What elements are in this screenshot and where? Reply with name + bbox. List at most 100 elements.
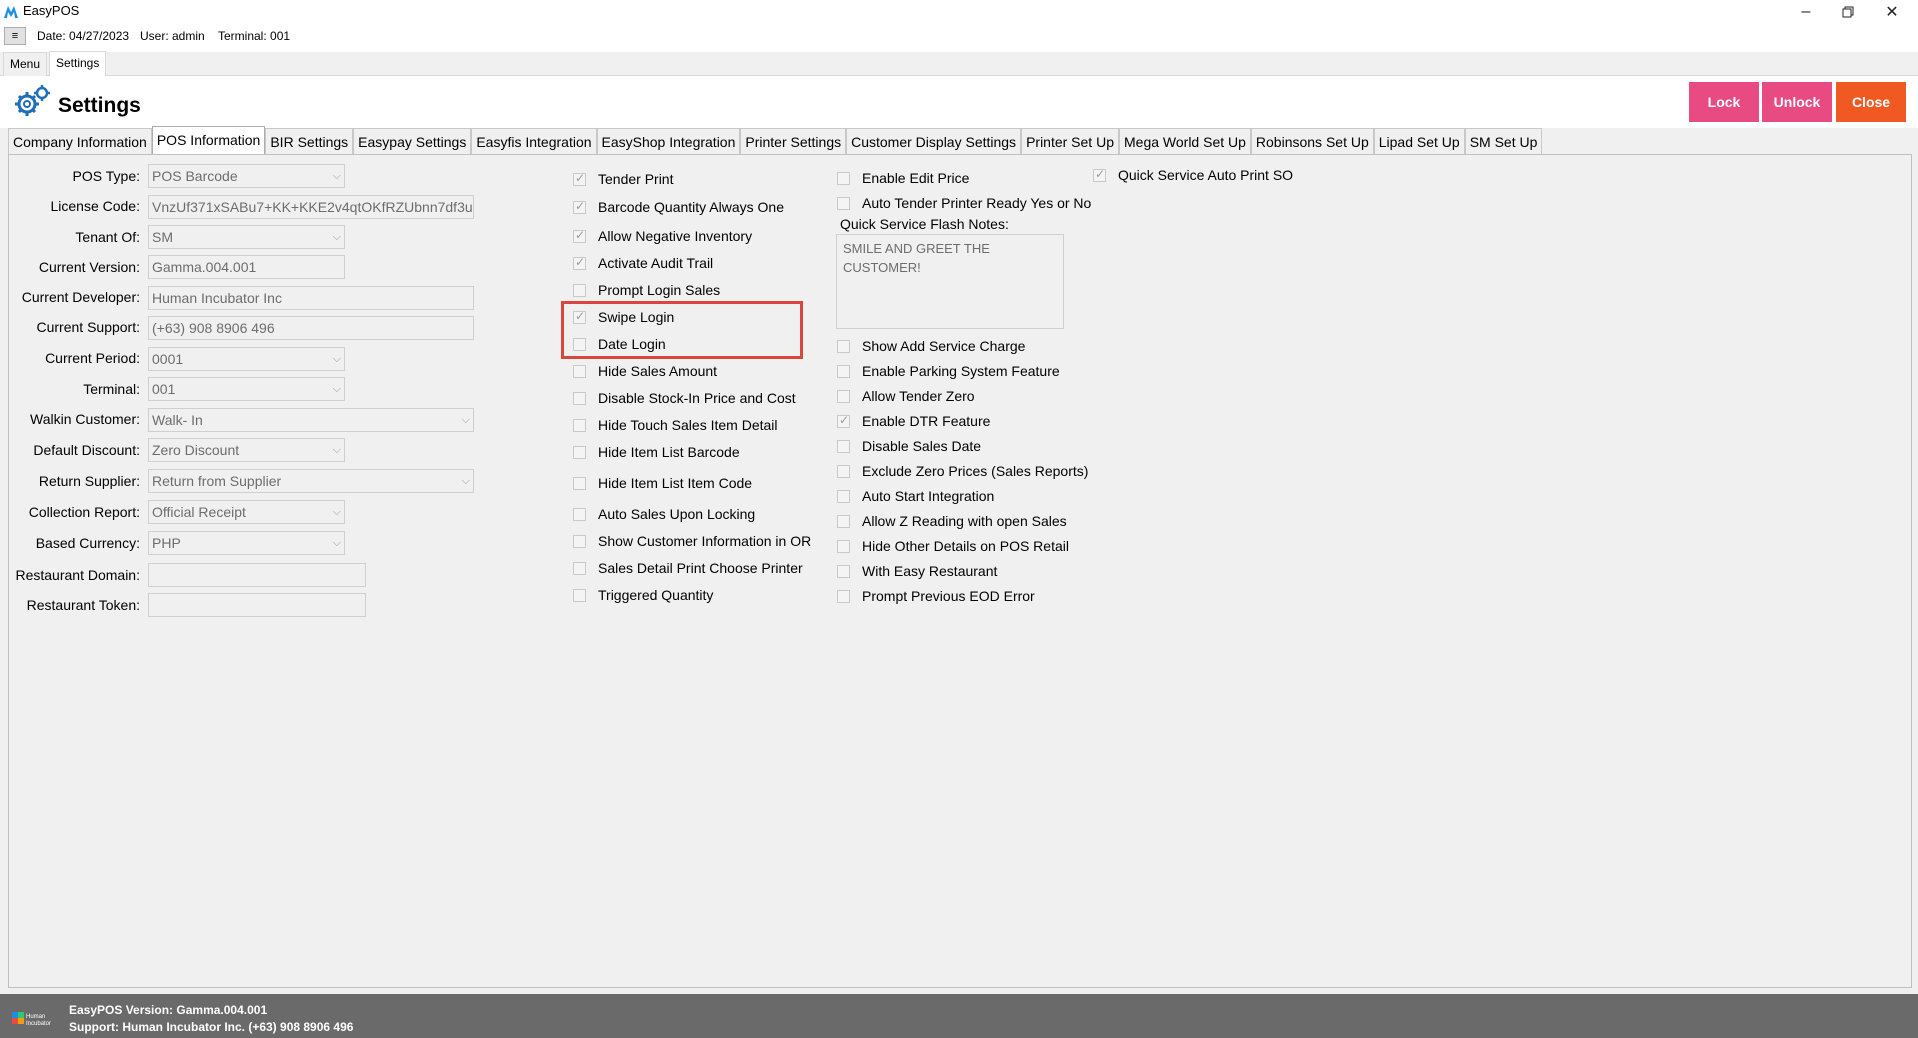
tab-settings[interactable]: Settings <box>49 51 107 76</box>
return-supplier-select[interactable]: Return from Supplier ⌵ <box>148 469 474 493</box>
prompt-login-sales-checkbox[interactable]: Prompt Login Sales <box>573 281 720 299</box>
checkbox-box <box>837 589 850 603</box>
restore-icon[interactable] <box>1828 0 1868 24</box>
settings-tabs: Company Information POS Information BIR … <box>8 126 1543 154</box>
minimize-icon[interactable]: – <box>1786 0 1826 24</box>
lock-button[interactable]: Lock <box>1689 82 1759 122</box>
tab-company-information[interactable]: Company Information <box>8 128 152 154</box>
activate-audit-trail-checkbox[interactable]: Activate Audit Trail <box>573 254 713 272</box>
disable-sales-date-checkbox[interactable]: Disable Sales Date <box>837 437 981 455</box>
enable-parking-system-checkbox[interactable]: Enable Parking System Feature <box>837 362 1060 380</box>
current-version-label: Current Version: <box>38 259 140 275</box>
restaurant-domain-field[interactable] <box>148 563 366 587</box>
license-code-field[interactable]: VnzUf371xSABu7+KK+KKE2v4qtOKfRZUbnn7df3u… <box>148 195 474 219</box>
tab-printer-set-up[interactable]: Printer Set Up <box>1021 128 1119 154</box>
collection-report-select[interactable]: Official Receipt ⌵ <box>148 500 345 524</box>
pos-type-select[interactable]: POS Barcode ⌵ <box>148 164 345 188</box>
disable-stock-in-price-checkbox[interactable]: Disable Stock-In Price and Cost <box>573 389 796 407</box>
checkbox-box <box>573 507 586 521</box>
human-incubator-logo: Human Incubator <box>12 1008 60 1028</box>
checkbox-box <box>573 534 586 548</box>
close-icon[interactable]: ✕ <box>1872 0 1912 24</box>
exclude-zero-prices-checkbox[interactable]: Exclude Zero Prices (Sales Reports) <box>837 462 1088 480</box>
chevron-down-icon: ⌵ <box>332 383 341 395</box>
tab-customer-display-settings[interactable]: Customer Display Settings <box>846 128 1022 154</box>
current-developer-field[interactable]: Human Incubator Inc <box>148 286 474 310</box>
enable-dtr-feature-checkbox[interactable]: Enable DTR Feature <box>837 412 990 430</box>
close-button[interactable]: Close <box>1836 82 1906 122</box>
auto-sales-upon-locking-checkbox[interactable]: Auto Sales Upon Locking <box>573 505 755 523</box>
barcode-quantity-always-one-checkbox[interactable]: Barcode Quantity Always One <box>573 198 784 216</box>
tenant-of-select[interactable]: SM ⌵ <box>148 225 345 249</box>
tab-easypay-settings[interactable]: Easypay Settings <box>353 128 472 154</box>
with-easy-restaurant-checkbox[interactable]: With Easy Restaurant <box>837 562 997 580</box>
checkbox-label: Hide Item List Item Code <box>598 475 753 491</box>
svg-text:Human: Human <box>26 1014 45 1020</box>
default-discount-select[interactable]: Zero Discount ⌵ <box>148 438 345 462</box>
checkbox-label: Tender Print <box>598 171 674 187</box>
triggered-quantity-checkbox[interactable]: Triggered Quantity <box>573 586 713 604</box>
current-period-value: 0001 <box>152 351 184 367</box>
tender-print-checkbox[interactable]: Tender Print <box>573 170 673 188</box>
checkbox-label: Allow Z Reading with open Sales <box>862 513 1067 529</box>
current-version-field[interactable]: Gamma.004.001 <box>148 255 345 279</box>
chevron-down-icon: ⌵ <box>332 537 341 549</box>
walkin-customer-select[interactable]: Walk- In ⌵ <box>148 408 474 432</box>
checkbox-box <box>573 364 586 378</box>
default-discount-label: Default Discount: <box>33 442 140 458</box>
checkbox-label: Triggered Quantity <box>598 587 714 603</box>
checkbox-label: Barcode Quantity Always One <box>598 199 784 215</box>
checkbox-label: Hide Other Details on POS Retail <box>862 538 1069 554</box>
checkbox-box <box>573 228 586 243</box>
terminal-text: Terminal: 001 <box>218 29 291 43</box>
current-support-field[interactable]: (+63) 908 8906 496 <box>148 316 474 340</box>
show-add-service-charge-checkbox[interactable]: Show Add Service Charge <box>837 337 1025 355</box>
tab-mega-world-set-up[interactable]: Mega World Set Up <box>1119 128 1251 154</box>
allow-z-reading-checkbox[interactable]: Allow Z Reading with open Sales <box>837 512 1067 530</box>
tab-bir-settings[interactable]: BIR Settings <box>265 128 354 154</box>
hide-item-list-barcode-checkbox[interactable]: Hide Item List Barcode <box>573 443 740 461</box>
auto-tender-printer-ready-checkbox[interactable]: Auto Tender Printer Ready Yes or No <box>837 194 1091 212</box>
sales-detail-print-choose-printer-checkbox[interactable]: Sales Detail Print Choose Printer <box>573 559 803 577</box>
checkbox-box <box>837 364 850 378</box>
menu-toggle-button[interactable]: ≡ <box>4 27 26 45</box>
tab-printer-settings[interactable]: Printer Settings <box>740 128 847 154</box>
hide-sales-amount-checkbox[interactable]: Hide Sales Amount <box>573 362 717 380</box>
user-text: User: admin <box>140 29 205 43</box>
tab-lipad-set-up[interactable]: Lipad Set Up <box>1373 128 1465 154</box>
quick-service-auto-print-so-checkbox[interactable]: Quick Service Auto Print SO <box>1093 166 1293 184</box>
return-supplier-label: Return Supplier: <box>38 473 140 489</box>
based-currency-select[interactable]: PHP ⌵ <box>148 531 345 555</box>
hide-other-details-checkbox[interactable]: Hide Other Details on POS Retail <box>837 537 1069 555</box>
quick-service-notes-textarea[interactable]: SMILE AND GREET THE CUSTOMER! <box>836 234 1064 329</box>
tab-menu[interactable]: Menu <box>3 52 48 76</box>
restaurant-token-field[interactable] <box>148 593 366 617</box>
hide-touch-sales-item-detail-checkbox[interactable]: Hide Touch Sales Item Detail <box>573 416 778 434</box>
tab-robinsons-set-up[interactable]: Robinsons Set Up <box>1250 128 1374 154</box>
checkbox-label: Exclude Zero Prices (Sales Reports) <box>862 463 1089 479</box>
unlock-button[interactable]: Unlock <box>1762 82 1832 122</box>
checkbox-box <box>837 564 850 578</box>
enable-edit-price-checkbox[interactable]: Enable Edit Price <box>837 169 969 187</box>
terminal-select[interactable]: 001 ⌵ <box>148 377 345 401</box>
checkbox-box <box>573 445 586 459</box>
window-title: EasyPOS <box>23 3 80 18</box>
tab-pos-information[interactable]: POS Information <box>151 126 266 154</box>
hide-item-list-item-code-checkbox[interactable]: Hide Item List Item Code <box>573 474 752 492</box>
checkbox-box <box>573 391 586 405</box>
show-customer-information-checkbox[interactable]: Show Customer Information in OR <box>573 532 811 550</box>
tab-sm-set-up[interactable]: SM Set Up <box>1464 128 1543 154</box>
easypos-logo-icon <box>4 6 18 18</box>
prompt-previous-eod-error-checkbox[interactable]: Prompt Previous EOD Error <box>837 587 1035 605</box>
checkbox-box <box>837 514 850 528</box>
checkbox-box <box>573 171 586 186</box>
tab-easyfis-integration[interactable]: Easyfis Integration <box>471 128 597 154</box>
tab-easyshop-integration[interactable]: EasyShop Integration <box>596 128 741 154</box>
auto-start-integration-checkbox[interactable]: Auto Start Integration <box>837 487 994 505</box>
current-period-select[interactable]: 0001 ⌵ <box>148 347 345 371</box>
settings-gears-icon <box>15 85 50 116</box>
current-developer-label: Current Developer: <box>21 289 140 305</box>
allow-negative-inventory-checkbox[interactable]: Allow Negative Inventory <box>573 227 752 245</box>
allow-tender-zero-checkbox[interactable]: Allow Tender Zero <box>837 387 975 405</box>
checkbox-label: Quick Service Auto Print SO <box>1118 167 1294 183</box>
